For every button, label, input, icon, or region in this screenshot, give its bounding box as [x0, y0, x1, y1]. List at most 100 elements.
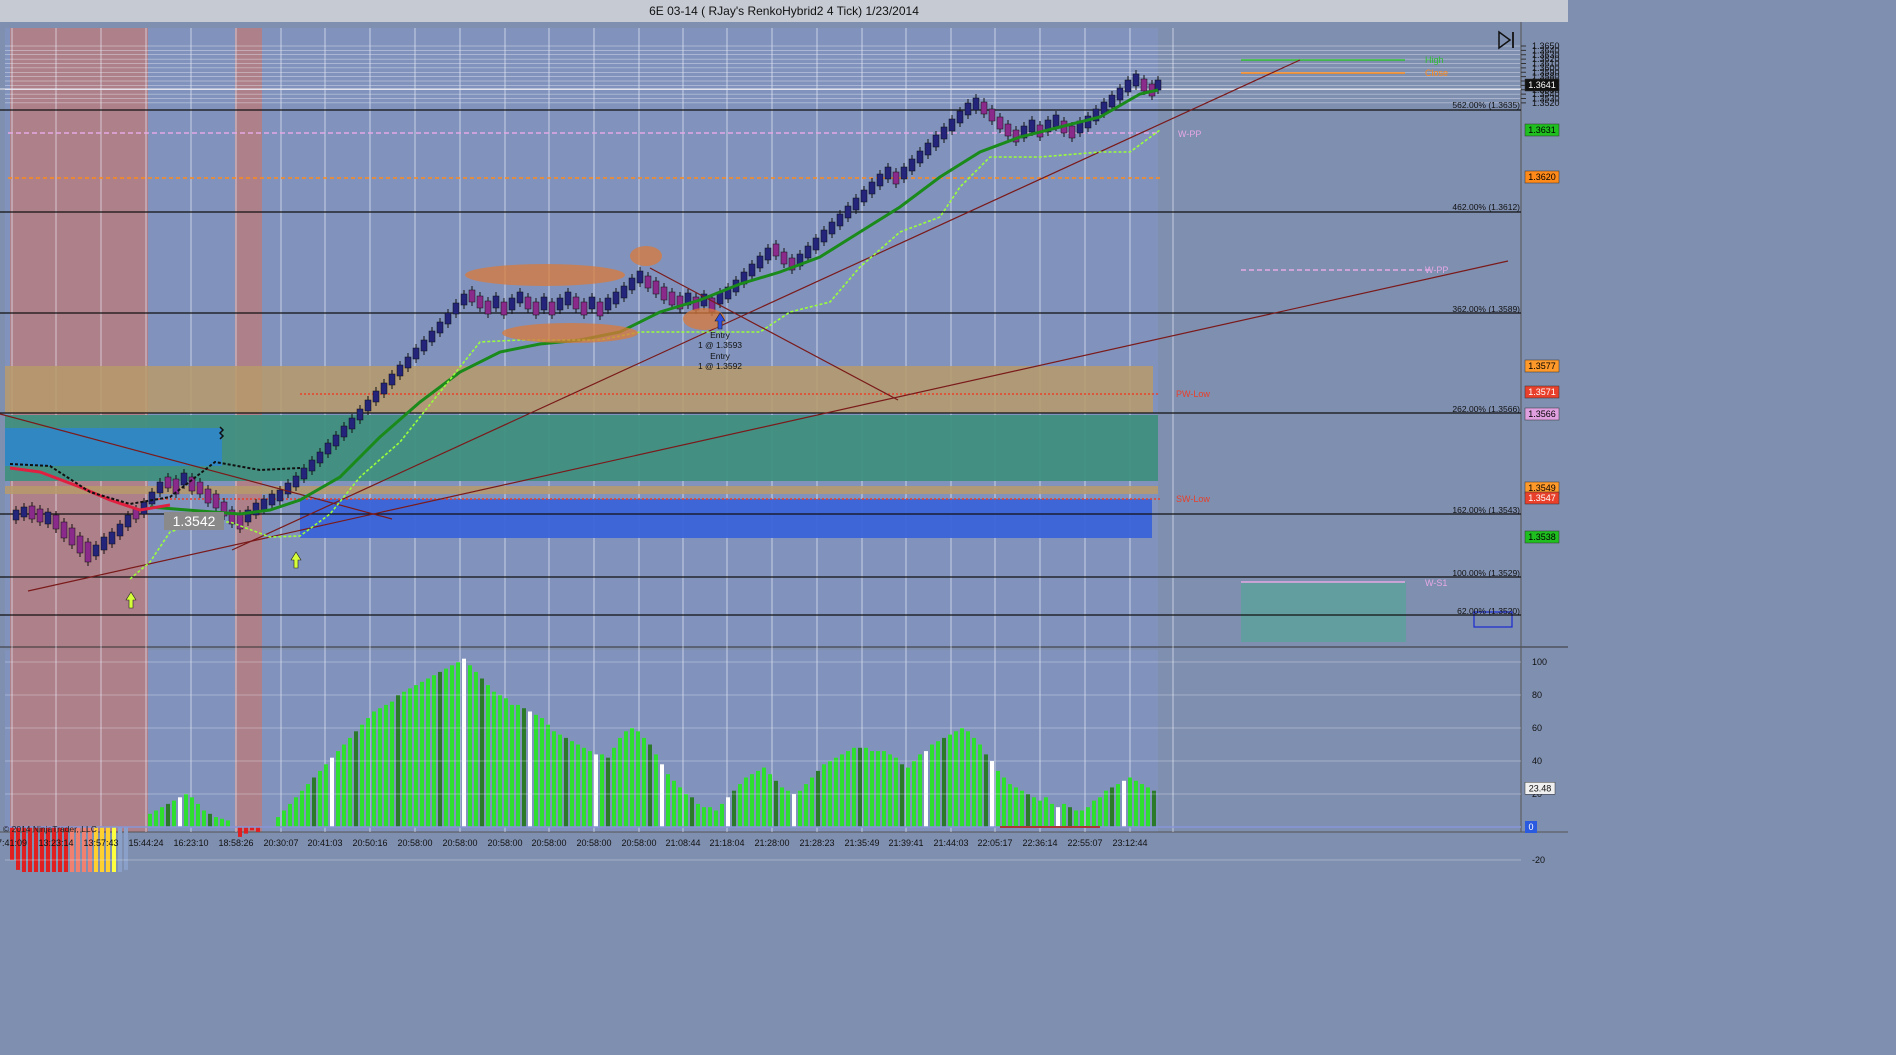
price-tag-label: 1.3631 [1528, 125, 1556, 135]
time-tick-label: 13:57:43 [83, 838, 118, 848]
renko-brick [356, 408, 364, 421]
price-tag-label: 1.3620 [1528, 172, 1556, 182]
histogram-bar [822, 764, 826, 827]
renko-brick [204, 488, 212, 504]
histogram-bar [648, 744, 652, 827]
histogram-bar [414, 685, 418, 827]
renko-brick [508, 297, 516, 311]
renko-brick [836, 213, 844, 227]
renko-brick [804, 245, 812, 259]
histogram-bar [100, 827, 104, 872]
histogram-bar [154, 810, 158, 827]
histogram-bar [282, 810, 286, 827]
histogram-bar [558, 734, 562, 827]
renko-brick [500, 301, 508, 316]
histogram-bar [588, 751, 592, 827]
highlight-ellipse [465, 264, 625, 286]
renko-brick [124, 514, 132, 528]
histogram-bar [1038, 800, 1042, 827]
renko-brick [212, 493, 220, 509]
histogram-bar [184, 794, 188, 827]
price-tag-label: 1.3538 [1528, 532, 1556, 542]
price-tag-label: 1.3566 [1528, 409, 1556, 419]
highlight-ellipse [630, 246, 662, 266]
time-tick-label: 21:35:49 [844, 838, 879, 848]
histogram-bar [888, 754, 892, 827]
renko-brick [828, 221, 836, 235]
histogram-bar [238, 827, 242, 837]
renko-brick [468, 289, 476, 303]
histogram-bar [244, 827, 248, 834]
renko-brick [60, 521, 68, 539]
histogram-bar [1062, 803, 1066, 827]
histogram-bar [900, 764, 904, 827]
renko-brick [780, 251, 788, 265]
renko-brick [148, 491, 156, 505]
osc-tick-label: -20 [1532, 855, 1545, 865]
histogram-bar [1134, 780, 1138, 827]
histogram-bar [906, 767, 910, 827]
histogram-bar [190, 797, 194, 827]
renko-brick [876, 173, 884, 187]
renko-brick [52, 514, 60, 530]
histogram-bar [732, 790, 736, 827]
renko-brick [612, 291, 620, 305]
time-tick-label: 16:23:10 [173, 838, 208, 848]
chart-canvas[interactable]: 1.36501.36401.36301.36201.36101.36001.35… [0, 22, 1568, 872]
histogram-bar [804, 784, 808, 827]
fib-label-262: 262.00% (1.3566) [1452, 404, 1520, 414]
renko-brick [164, 476, 172, 489]
histogram-bar [636, 731, 640, 827]
sw-low-label: SW-Low [1176, 494, 1210, 504]
renko-brick [276, 489, 284, 502]
time-tick-label: 21:39:41 [888, 838, 923, 848]
renko-brick [1124, 79, 1132, 93]
renko-brick [268, 493, 276, 506]
histogram-bar [516, 704, 520, 827]
renko-brick [396, 364, 404, 377]
renko-brick [596, 301, 604, 317]
renko-brick [940, 126, 948, 140]
renko-brick [428, 330, 436, 343]
osc-tick-label: 60 [1532, 723, 1542, 733]
renko-brick [460, 293, 468, 306]
price-tag-label: 1.3571 [1528, 387, 1556, 397]
histogram-bar [112, 827, 116, 872]
time-tick-label: 20:58:00 [442, 838, 477, 848]
histogram-bar [1080, 810, 1084, 827]
histogram-bar [540, 718, 544, 827]
renko-brick [84, 541, 92, 563]
renko-brick [1132, 73, 1140, 87]
histogram-bar [606, 757, 610, 827]
histogram-bar [978, 744, 982, 827]
histogram-bar [420, 681, 424, 827]
histogram-bar [1068, 807, 1072, 827]
histogram-bar [792, 794, 796, 827]
price-tick-label: 1.3520 [1532, 98, 1560, 108]
histogram-bar [196, 803, 200, 827]
histogram-bar [226, 820, 230, 827]
histogram-bar [390, 701, 394, 827]
w-pp-label: W-PP [1178, 129, 1201, 139]
histogram-bar [426, 678, 430, 827]
histogram-bar [306, 784, 310, 827]
osc-zero-label: 0 [1528, 822, 1533, 832]
renko-brick [548, 301, 556, 316]
fib-label-462: 462.00% (1.3612) [1452, 202, 1520, 212]
histogram-bar [702, 807, 706, 827]
histogram-bar [480, 678, 484, 827]
histogram-bar [1020, 790, 1024, 827]
time-tick-label: 22:36:14 [1022, 838, 1057, 848]
histogram-bar [972, 737, 976, 827]
histogram-bar [528, 711, 532, 827]
histogram-bar [960, 728, 964, 827]
renko-brick [892, 171, 900, 185]
histogram-bar [768, 774, 772, 827]
copyright-text: © 2014 NinjaTrader, LLC [3, 824, 97, 834]
renko-brick [692, 296, 700, 311]
time-tick-label: 7:41:09 [0, 838, 27, 848]
histogram-bar [726, 797, 730, 827]
renko-brick [12, 509, 20, 521]
histogram-bar [178, 797, 182, 827]
time-tick-label: 21:18:04 [709, 838, 744, 848]
